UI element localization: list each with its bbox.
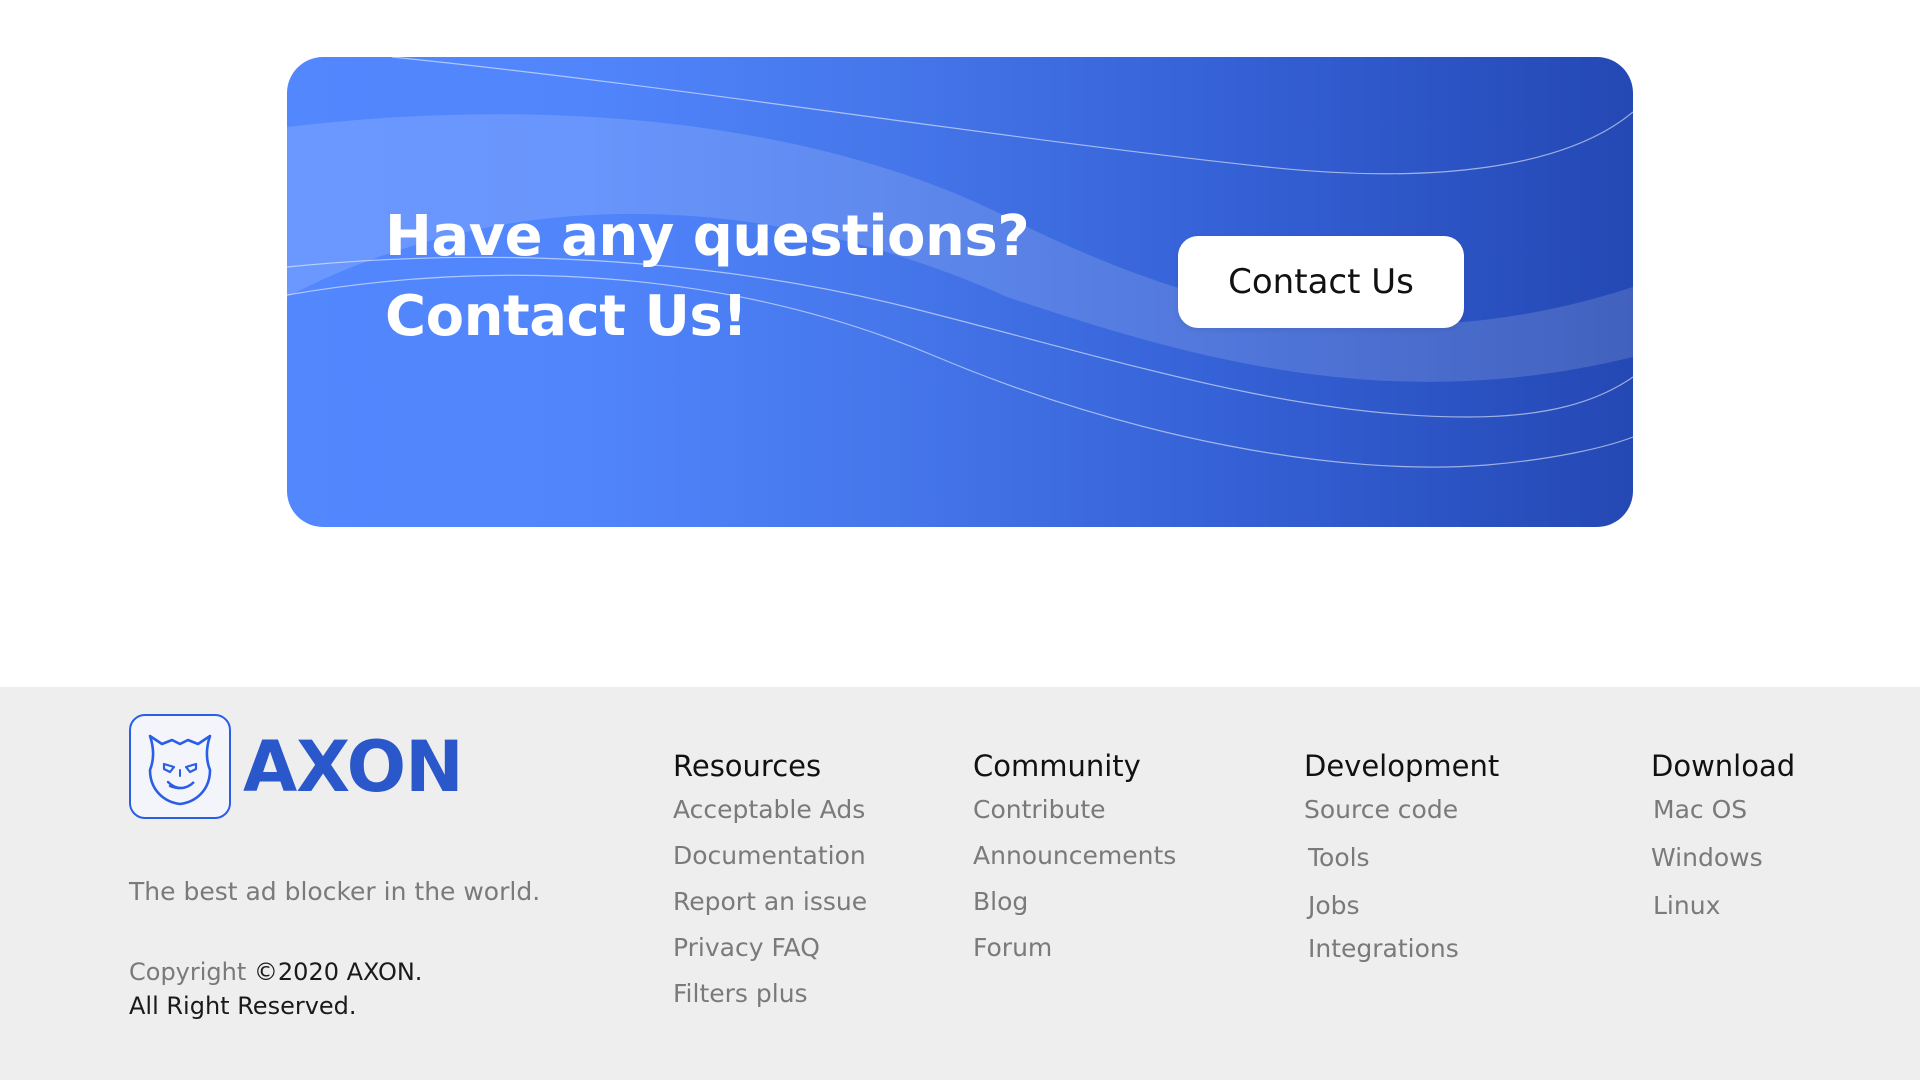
link-mac-os[interactable]: Mac OS [1653, 795, 1795, 824]
link-documentation[interactable]: Documentation [673, 841, 867, 870]
cta-heading: Have any questions? Contact Us! [385, 197, 1030, 357]
link-linux[interactable]: Linux [1653, 891, 1795, 920]
copyright-notice: Copyright ©2020 AXON. All Right Reserved… [129, 955, 422, 1023]
page: Have any questions? Contact Us! Contact … [0, 0, 1920, 1080]
brand-logo-link[interactable]: AXON [129, 714, 464, 819]
cta-heading-line-2: Contact Us! [385, 284, 748, 349]
link-blog[interactable]: Blog [973, 887, 1176, 916]
link-contribute[interactable]: Contribute [973, 795, 1176, 824]
copyright-prefix: Copyright [129, 958, 254, 986]
link-jobs[interactable]: Jobs [1308, 891, 1499, 920]
link-acceptable-ads[interactable]: Acceptable Ads [673, 795, 867, 824]
footer-column-community: Community Contribute Announcements Blog … [973, 749, 1176, 962]
link-filters-plus[interactable]: Filters plus [673, 979, 867, 1008]
footer-column-download: Download Mac OS Windows Linux [1651, 749, 1795, 920]
link-windows[interactable]: Windows [1651, 843, 1795, 872]
column-heading-download: Download [1651, 749, 1796, 783]
copyright-main: ©2020 AXON. [253, 958, 423, 986]
link-forum[interactable]: Forum [973, 933, 1176, 962]
contact-us-button[interactable]: Contact Us [1178, 236, 1464, 328]
column-heading-development: Development [1304, 749, 1500, 783]
brand-tagline: The best ad blocker in the world. [129, 877, 541, 906]
footer-column-resources: Resources Acceptable Ads Documentation R… [673, 749, 867, 1008]
column-heading-resources: Resources [673, 749, 822, 783]
brand-name: AXON [243, 725, 464, 808]
link-tools[interactable]: Tools [1308, 843, 1499, 872]
contact-cta-banner: Have any questions? Contact Us! Contact … [287, 57, 1633, 527]
footer-column-development: Development Source code Tools Jobs Integ… [1304, 749, 1499, 963]
column-heading-community: Community [973, 749, 1141, 783]
cta-heading-line-1: Have any questions? [385, 204, 1030, 269]
link-integrations[interactable]: Integrations [1308, 934, 1499, 963]
axon-mask-logo-icon [129, 714, 231, 819]
link-report-issue[interactable]: Report an issue [673, 887, 867, 916]
site-footer: AXON The best ad blocker in the world. C… [0, 687, 1920, 1080]
link-privacy-faq[interactable]: Privacy FAQ [673, 933, 867, 962]
copyright-rights: All Right Reserved. [129, 992, 357, 1020]
link-announcements[interactable]: Announcements [973, 841, 1176, 870]
link-source-code[interactable]: Source code [1304, 795, 1499, 824]
